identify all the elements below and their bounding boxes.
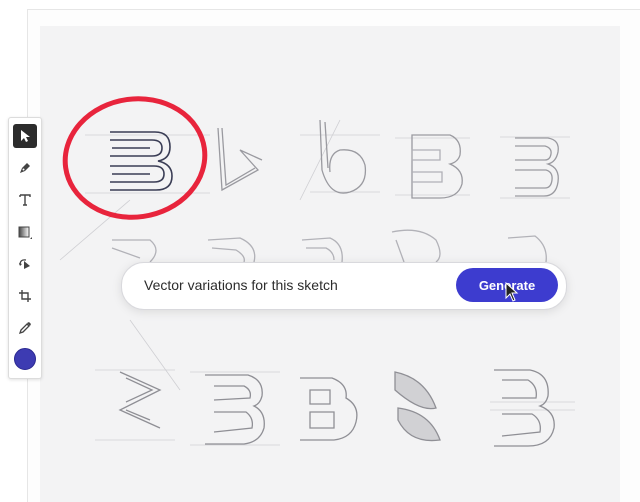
gradient-tool[interactable] <box>13 220 37 244</box>
text-tool[interactable] <box>13 188 37 212</box>
rotate-tool[interactable] <box>13 252 37 276</box>
sketch-layer <box>59 96 575 447</box>
pen-tool[interactable] <box>13 156 37 180</box>
mouse-cursor-icon <box>505 282 519 302</box>
fill-color-swatch[interactable] <box>14 348 36 370</box>
arrow-pointer-icon <box>21 130 30 142</box>
highlight-circle <box>62 96 208 220</box>
tool-panel <box>8 117 42 379</box>
prompt-input[interactable]: Vector variations for this sketch <box>144 277 338 293</box>
prompt-bar: Vector variations for this sketch Genera… <box>121 262 567 310</box>
rotate-shape-icon <box>19 259 30 269</box>
pen-icon <box>20 163 30 173</box>
text-T-icon <box>19 194 31 206</box>
selected-sketch <box>110 131 173 191</box>
crop-tool[interactable] <box>13 284 37 308</box>
gradient-icon <box>18 226 32 239</box>
eyedropper-icon <box>18 322 31 335</box>
eyedropper-tool[interactable] <box>13 316 37 340</box>
select-tool[interactable] <box>13 124 37 148</box>
crop-icon <box>19 290 31 302</box>
